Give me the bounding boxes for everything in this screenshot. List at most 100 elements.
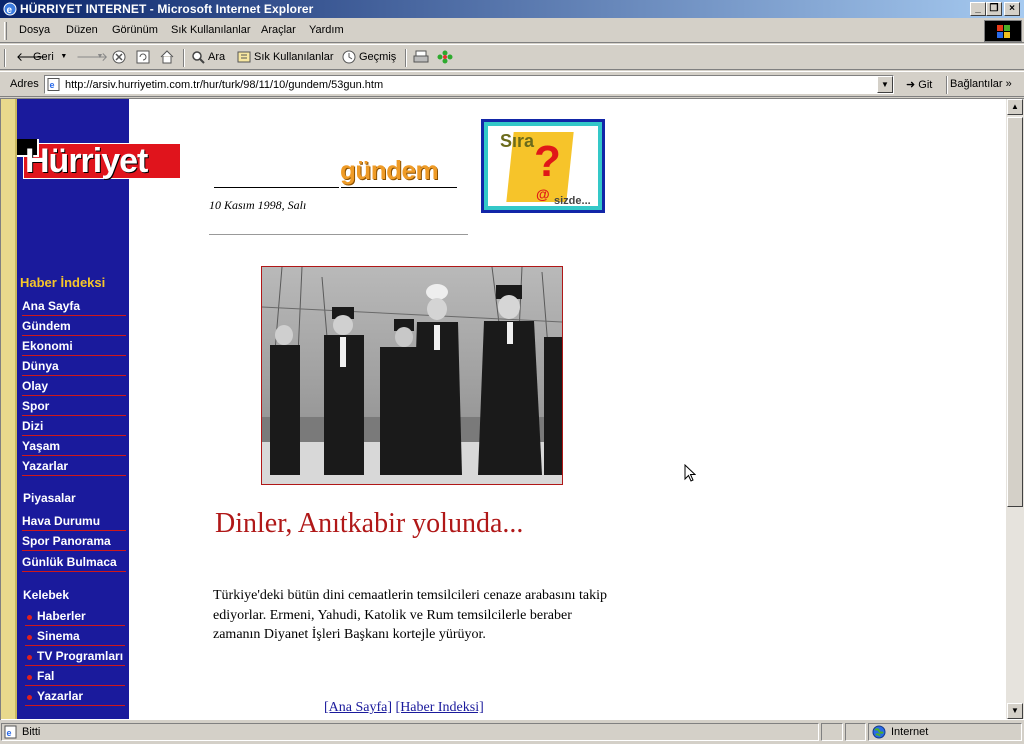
menu-favorites[interactable]: Sık Kullanılanlar	[171, 24, 251, 36]
restore-button[interactable]: ❐	[986, 2, 1002, 16]
security-zone: Internet	[868, 723, 1022, 741]
at-sign-icon: @	[536, 186, 550, 202]
chevron-right-icon: »	[1005, 78, 1012, 90]
search-button[interactable]: Ara	[191, 50, 225, 64]
menu-bar: Dosya Düzen Görünüm Sık Kullanılanlar Ar…	[0, 19, 1024, 43]
sidebar-item-economy[interactable]: Ekonomi	[22, 338, 126, 356]
menu-view[interactable]: Görünüm	[112, 24, 158, 36]
back-label: Geri	[33, 51, 54, 63]
sidebar-item-crossword[interactable]: Günlük Bulmaca	[22, 554, 126, 572]
section-rule-right	[341, 187, 457, 188]
refresh-icon	[136, 50, 150, 64]
back-button[interactable]: 🡐 Geri ▼	[16, 50, 71, 64]
news-index-heading: Haber İndeksi	[20, 275, 106, 290]
links-label: Bağlantılar	[950, 78, 1003, 90]
forward-dropdown-icon[interactable]: ▼	[93, 50, 107, 64]
scroll-thumb[interactable]	[1007, 117, 1023, 507]
stop-button[interactable]	[112, 50, 126, 64]
home-icon	[160, 50, 174, 64]
browser-viewport[interactable]: Haber İndeksi Ana Sayfa Gündem Ekonomi D…	[0, 98, 1024, 720]
go-button[interactable]: ➜ Git	[906, 78, 932, 91]
sidebar-item-sports-panorama[interactable]: Spor Panorama	[22, 533, 126, 551]
sidebar-kelebek-tv[interactable]: TV Programları	[25, 648, 125, 666]
forward-arrow-icon: 🡒	[76, 50, 109, 64]
sidebar-kelebek-writers[interactable]: Yazarlar	[25, 688, 125, 706]
svg-text:e: e	[7, 5, 13, 16]
date-divider	[209, 234, 468, 235]
favorites-button[interactable]: Sık Kullanılanlar	[237, 50, 334, 64]
sidebar-kelebek-news[interactable]: Haberler	[25, 608, 125, 626]
logo-text: Hürriyet	[25, 142, 148, 180]
markets-link[interactable]: Piyasalar	[23, 491, 76, 505]
footer-index-link[interactable]: [Haber Indeksi]	[396, 700, 484, 715]
close-button[interactable]: ×	[1004, 2, 1020, 16]
article-photo	[261, 266, 563, 485]
footer-home-link[interactable]: [Ana Sayfa]	[324, 700, 392, 715]
banner-title: Sıra	[500, 131, 535, 151]
sira-sizde-banner[interactable]: Sıra ? @ sizde...	[481, 119, 605, 213]
back-dropdown-icon[interactable]: ▼	[57, 50, 71, 64]
mouse-cursor-icon	[684, 464, 696, 482]
zone-label: Internet	[891, 726, 929, 738]
forward-button[interactable]: 🡒 ▼	[76, 50, 109, 64]
links-button[interactable]: Bağlantılar »	[950, 78, 1012, 90]
sidebar-item-life[interactable]: Yaşam	[22, 438, 126, 456]
window-title: HÜRRIYET INTERNET - Microsoft Internet E…	[20, 2, 314, 16]
section-rule-left	[214, 187, 339, 188]
sidebar-item-sports[interactable]: Spor	[22, 398, 126, 416]
toolbar-separator-2	[405, 49, 407, 67]
sidebar-item-events[interactable]: Olay	[22, 378, 126, 396]
question-mark-icon: ?	[534, 137, 561, 186]
scroll-down-icon[interactable]: ▼	[1007, 703, 1023, 719]
messenger-button[interactable]	[437, 50, 453, 64]
status-text: Bitti	[22, 726, 41, 738]
svg-text:e: e	[50, 80, 55, 90]
sidebar-item-series[interactable]: Dizi	[22, 418, 126, 436]
print-button[interactable]	[413, 50, 429, 64]
sidebar-kelebek-cinema[interactable]: Sinema	[25, 628, 125, 646]
svg-text:e: e	[7, 728, 12, 738]
sidebar-item-writers[interactable]: Yazarlar	[22, 458, 126, 476]
address-url: http://arsiv.hurriyetim.com.tr/hur/turk/…	[65, 79, 384, 91]
menu-grip[interactable]	[4, 22, 7, 40]
vertical-scrollbar[interactable]: ▲ ▼	[1006, 99, 1024, 719]
refresh-button[interactable]	[136, 50, 150, 64]
address-input[interactable]: e http://arsiv.hurriyetim.com.tr/hur/tur…	[44, 75, 894, 94]
home-button[interactable]	[160, 50, 174, 64]
favorites-label: Sık Kullanılanlar	[254, 51, 334, 63]
back-arrow-icon: 🡐	[16, 50, 49, 64]
sidebar-item-gundem[interactable]: Gündem	[22, 318, 126, 336]
toolbar-grip[interactable]	[4, 49, 6, 67]
page-icon: e	[47, 78, 60, 91]
page-done-icon: e	[4, 725, 17, 739]
links-separator	[946, 76, 948, 94]
internet-globe-icon	[872, 725, 886, 739]
menu-tools[interactable]: Araçlar	[261, 24, 296, 36]
hurriyet-logo[interactable]: Hürriyet	[17, 139, 185, 183]
footer-links: [Ana Sayfa] [Haber Indeksi]	[324, 700, 484, 716]
address-dropdown-icon[interactable]: ▼	[877, 76, 893, 93]
minimize-button[interactable]: _	[970, 2, 986, 16]
history-icon	[342, 50, 356, 64]
sidebar-kelebek-fortune[interactable]: Fal	[25, 668, 125, 686]
sidebar-item-world[interactable]: Dünya	[22, 358, 126, 376]
kelebek-link[interactable]: Kelebek	[23, 588, 69, 602]
favorites-icon	[237, 51, 251, 63]
go-arrow-icon: ➜	[906, 79, 916, 91]
status-cell-1	[821, 723, 843, 741]
menu-edit[interactable]: Düzen	[66, 24, 98, 36]
section-title: gündem	[340, 155, 439, 185]
menu-help[interactable]: Yardım	[309, 24, 344, 36]
web-page: Haber İndeksi Ana Sayfa Gündem Ekonomi D…	[1, 99, 1005, 719]
stop-icon	[112, 50, 126, 64]
sidebar-item-home[interactable]: Ana Sayfa	[22, 298, 126, 316]
sidebar-item-weather[interactable]: Hava Durumu	[22, 513, 126, 531]
banner-subtitle: sizde...	[554, 195, 591, 207]
scroll-up-icon[interactable]: ▲	[1007, 99, 1023, 115]
menu-file[interactable]: Dosya	[19, 24, 50, 36]
history-button[interactable]: Geçmiş	[342, 50, 396, 64]
standard-toolbar: 🡐 Geri ▼ 🡒 ▼ Ara Sık Kullanılanlar Geçmi…	[0, 44, 1024, 70]
windows-logo-icon	[984, 20, 1022, 42]
banner-frame: Sıra ? @ sizde...	[484, 122, 602, 210]
title-bar[interactable]: e HÜRRIYET INTERNET - Microsoft Internet…	[0, 0, 1024, 18]
